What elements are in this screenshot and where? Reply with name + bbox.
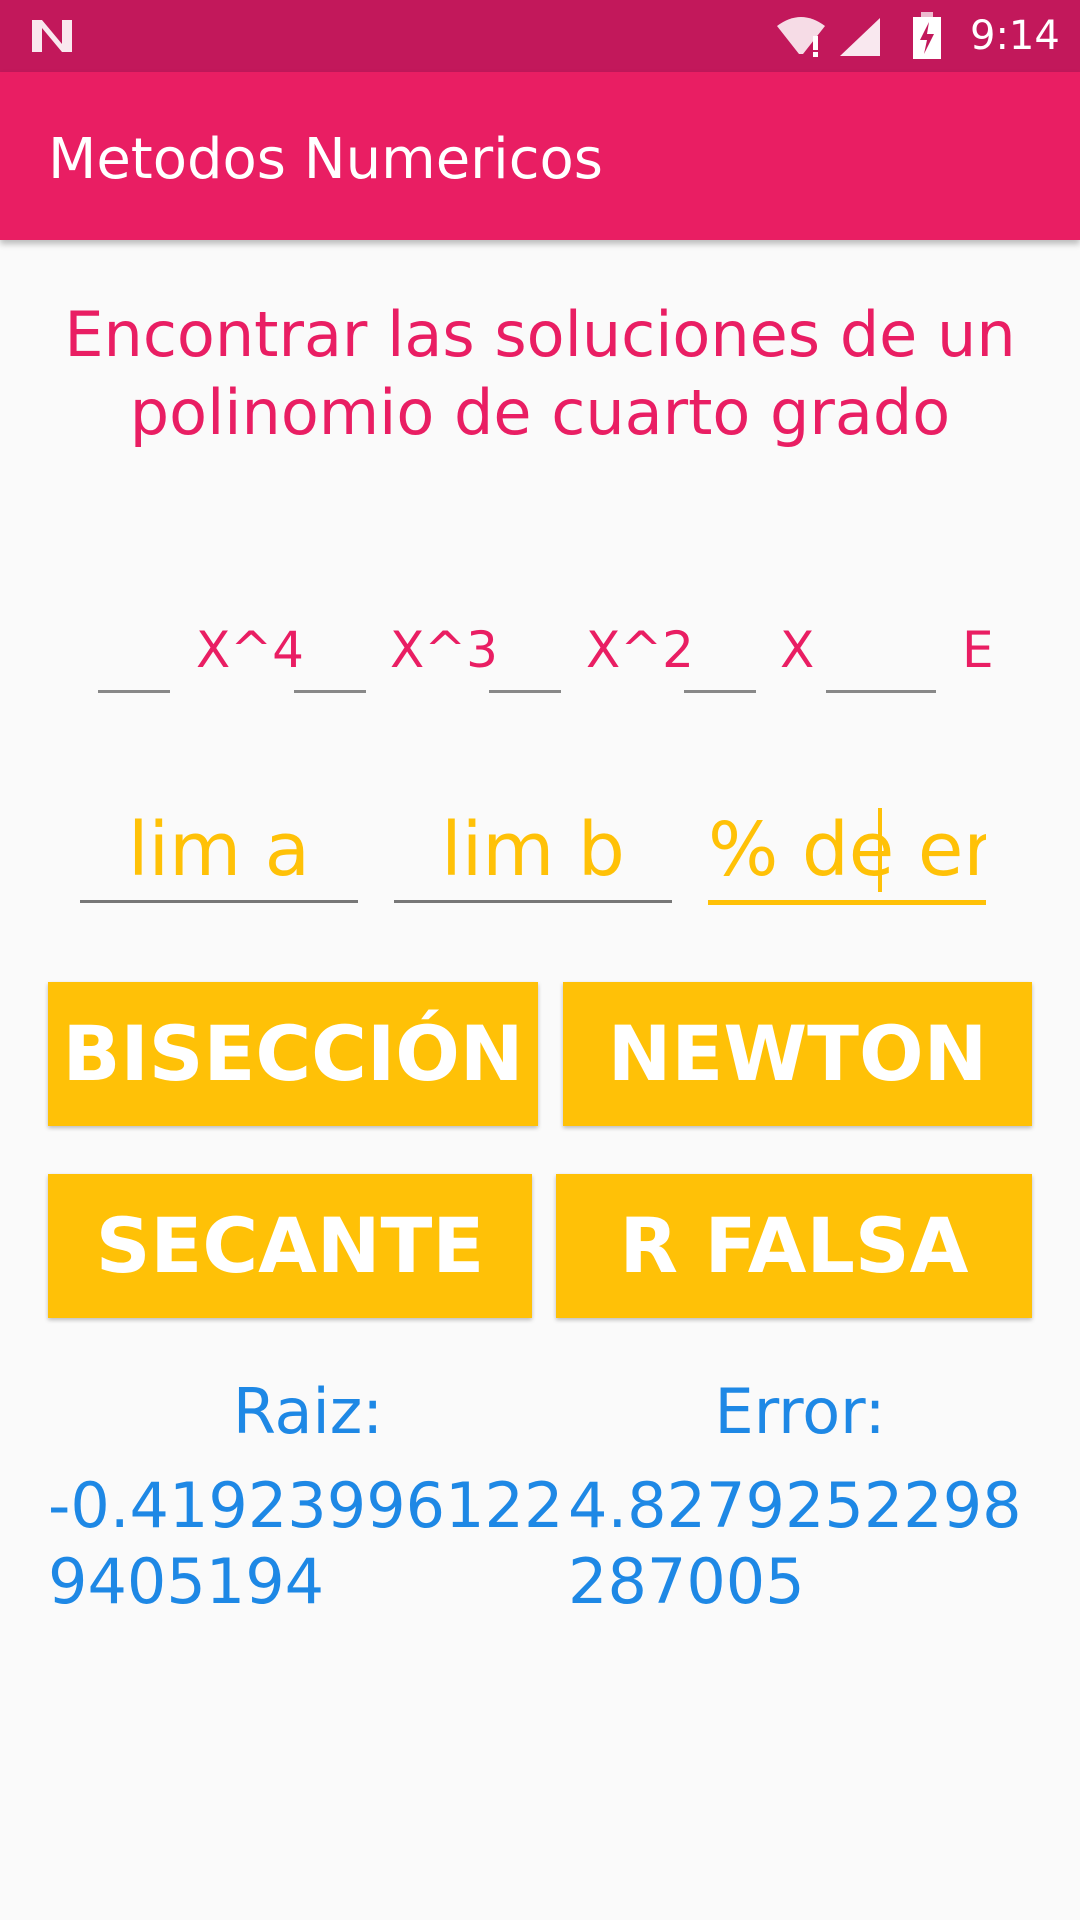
root-label: Raiz: [232, 1375, 384, 1448]
status-bar: 9:14 [0, 0, 1080, 72]
term-x-label: X [780, 621, 815, 679]
secante-button[interactable]: SECANTE [48, 1174, 532, 1318]
term-x2-label: X^2 [586, 621, 694, 679]
lim-a-input[interactable]: lim a [80, 800, 358, 903]
biseccion-button[interactable]: BISECCIÓN [48, 982, 538, 1126]
error-value: 4.8279252298287005 [568, 1469, 1022, 1618]
term-e-label: E [962, 621, 992, 679]
term-x4-label: X^4 [196, 621, 304, 679]
coef-x2-field[interactable] [489, 610, 561, 693]
constant-field[interactable] [826, 610, 936, 693]
polynomial-row: X^4 X^3 X^2 X E [0, 610, 1080, 700]
app-title: Metodos Numericos [48, 127, 603, 192]
newton-button[interactable]: NEWTON [563, 982, 1032, 1126]
error-percent-hint: % de error [708, 807, 986, 893]
battery-icon [913, 12, 941, 59]
limits-row: lim a lim b % de error [0, 800, 1080, 910]
text-cursor [878, 808, 882, 892]
n-logo-icon [32, 20, 72, 52]
app-bar: Metodos Numericos [0, 72, 1080, 240]
coef-x3-field[interactable] [294, 610, 366, 693]
term-x3-label: X^3 [390, 621, 498, 679]
signal-icon [840, 18, 880, 56]
coef-x4-field[interactable] [98, 610, 170, 693]
wifi-icon [777, 17, 825, 57]
clock: 9:14 [970, 13, 1060, 59]
lim-b-input[interactable]: lim b [394, 800, 672, 903]
coef-x-field[interactable] [684, 610, 756, 693]
r-falsa-button[interactable]: R FALSA [556, 1174, 1032, 1318]
error-percent-input[interactable]: % de error [708, 800, 986, 905]
page-heading: Encontrar las soluciones de un polinomio… [64, 298, 1016, 449]
error-label: Error: [714, 1375, 886, 1448]
root-value: -0.419239961229405194 [48, 1469, 564, 1618]
